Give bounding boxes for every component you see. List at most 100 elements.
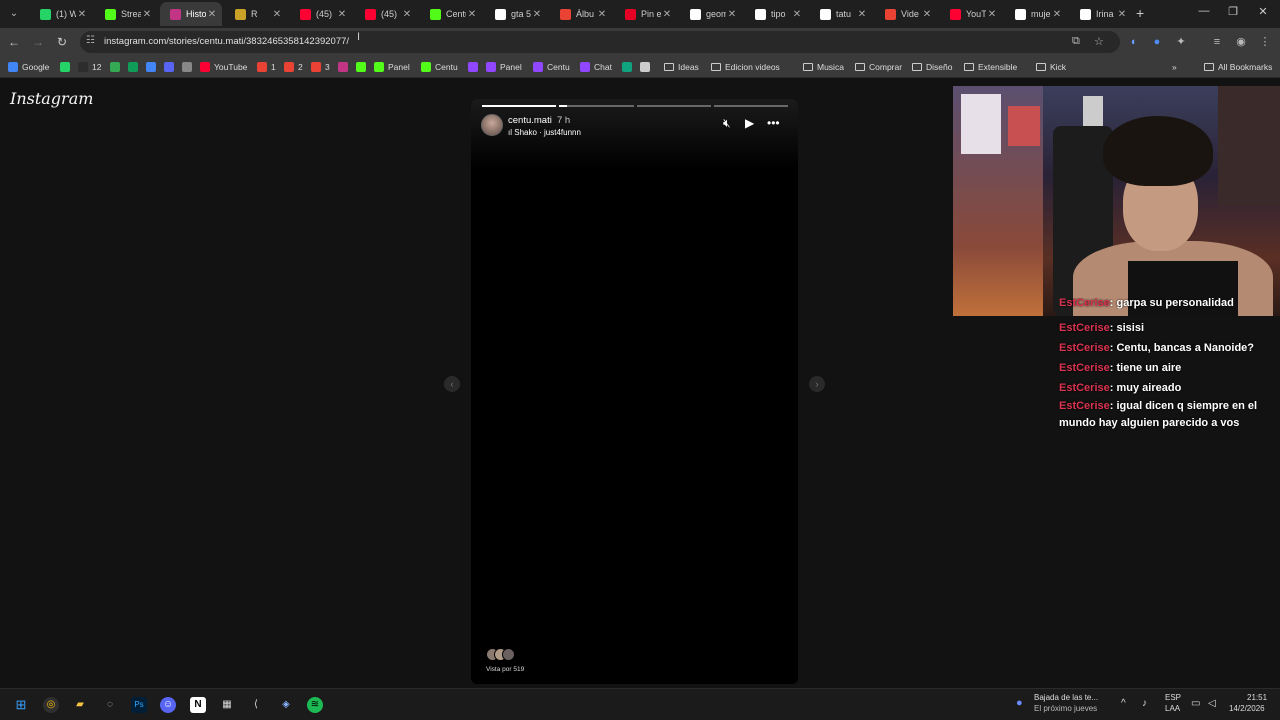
- tab-close-icon[interactable]: ✕: [1116, 9, 1128, 20]
- bookmark-item[interactable]: 12: [78, 60, 101, 74]
- window-close-icon[interactable]: ✕: [1255, 5, 1271, 18]
- tab-7[interactable]: Centu✕: [420, 2, 482, 26]
- bookmark-item[interactable]: Panel: [374, 60, 410, 74]
- bookmark-item[interactable]: Centu: [421, 60, 458, 74]
- tab-5[interactable]: (45) ✕: [290, 2, 352, 26]
- tab-close-icon[interactable]: ✕: [921, 9, 933, 20]
- tab-close-icon[interactable]: ✕: [726, 9, 738, 20]
- bookmark-item[interactable]: [338, 60, 352, 74]
- language-primary[interactable]: ESP: [1165, 693, 1181, 702]
- tab-close-icon[interactable]: ✕: [986, 9, 998, 20]
- profile-avatar[interactable]: ◉: [1234, 35, 1248, 49]
- url-text[interactable]: instagram.com/stories/centu.mati/3832465…: [104, 36, 349, 47]
- bookmark-folder[interactable]: Musica: [803, 60, 844, 74]
- tab-close-icon[interactable]: ✕: [466, 9, 478, 20]
- new-tab-button[interactable]: +: [1136, 5, 1144, 21]
- mute-icon[interactable]: 🔇︎: [723, 116, 731, 131]
- tab-close-icon[interactable]: ✕: [401, 9, 413, 20]
- instagram-logo[interactable]: Instagram: [10, 89, 93, 108]
- address-bar[interactable]: ☷ instagram.com/stories/centu.mati/38324…: [80, 31, 1120, 53]
- bookmark-folder[interactable]: Ideas: [664, 60, 699, 74]
- tab-2[interactable]: Strea ✕: [95, 2, 157, 26]
- media-control-icon[interactable]: ≡: [1210, 35, 1224, 49]
- bookmark-item[interactable]: [164, 60, 178, 74]
- tab-close-icon[interactable]: ✕: [271, 9, 283, 20]
- tab-12[interactable]: tipo ✕: [745, 2, 807, 26]
- more-options-icon[interactable]: •••: [767, 116, 780, 130]
- chrome-icon[interactable]: ◎: [43, 697, 59, 713]
- avatar[interactable]: [481, 114, 503, 136]
- site-info-icon[interactable]: ☷: [86, 35, 95, 46]
- network-icon[interactable]: ▭: [1191, 698, 1200, 709]
- tab-close-icon[interactable]: ✕: [206, 9, 218, 20]
- clock-date[interactable]: 14/2/2026: [1229, 704, 1265, 713]
- story-music-label[interactable]: ıl Shako · just4funnn: [508, 128, 581, 137]
- tab-17[interactable]: Irina ✕: [1070, 2, 1132, 26]
- tray-chevron-icon[interactable]: ^: [1121, 698, 1126, 709]
- volume-icon[interactable]: ◁: [1208, 698, 1216, 709]
- tab-close-icon[interactable]: ✕: [336, 9, 348, 20]
- spotify-icon[interactable]: ≋: [307, 697, 323, 713]
- tab-9[interactable]: Álbu ✕: [550, 2, 612, 26]
- file-explorer-icon[interactable]: ▰: [72, 697, 88, 713]
- bookmark-folder[interactable]: Comprar: [855, 60, 902, 74]
- bookmark-item[interactable]: Panel: [486, 60, 522, 74]
- viewer-avatars[interactable]: [486, 648, 520, 662]
- tab-11[interactable]: geom ✕: [680, 2, 742, 26]
- bookmark-item[interactable]: [640, 60, 654, 74]
- extension-icon[interactable]: ●: [1150, 35, 1164, 49]
- obs-icon[interactable]: ◌: [102, 697, 118, 713]
- bookmark-item[interactable]: Google: [8, 60, 49, 74]
- back-icon[interactable]: ←: [6, 34, 22, 50]
- bookmark-star-icon[interactable]: ☆: [1094, 35, 1104, 48]
- reload-icon[interactable]: ↻: [54, 34, 70, 50]
- discord-icon[interactable]: ☺: [160, 697, 176, 713]
- bookmark-item[interactable]: [468, 60, 482, 74]
- tab-search-icon[interactable]: ⌄: [6, 6, 22, 22]
- bookmark-folder[interactable]: Edicion videos: [711, 60, 780, 74]
- bookmark-item[interactable]: 3: [311, 60, 330, 74]
- bookmark-item[interactable]: [356, 60, 370, 74]
- bookmark-item[interactable]: [622, 60, 636, 74]
- tab-4[interactable]: R ✕: [225, 2, 287, 26]
- bookmark-item[interactable]: [182, 60, 196, 74]
- microphone-icon[interactable]: ♪: [1142, 698, 1147, 709]
- install-app-icon[interactable]: ⧉: [1072, 35, 1080, 48]
- all-bookmarks[interactable]: All Bookmarks: [1204, 60, 1272, 74]
- bookmark-folder[interactable]: Extensible: [964, 60, 1017, 74]
- tab-close-icon[interactable]: ✕: [856, 9, 868, 20]
- app-icon[interactable]: ◈: [278, 697, 294, 713]
- tab-close-icon[interactable]: ✕: [661, 9, 673, 20]
- tab-close-icon[interactable]: ✕: [791, 9, 803, 20]
- tab-close-icon[interactable]: ✕: [1051, 9, 1063, 20]
- previous-story-arrow-icon[interactable]: ‹: [444, 376, 460, 392]
- play-icon[interactable]: ▶: [745, 116, 754, 130]
- bookmark-folder[interactable]: Kick: [1036, 60, 1066, 74]
- tab-close-icon[interactable]: ✕: [76, 9, 88, 20]
- tab-16[interactable]: muje ✕: [1005, 2, 1067, 26]
- tab-13[interactable]: tatu ✕: [810, 2, 872, 26]
- bookmark-folder[interactable]: Diseño: [912, 60, 952, 74]
- browser-menu-icon[interactable]: ⋮: [1258, 35, 1272, 49]
- bookmark-item[interactable]: 1: [257, 60, 276, 74]
- minimize-icon[interactable]: —: [1196, 5, 1212, 17]
- tab-6[interactable]: (45) ✕: [355, 2, 417, 26]
- story-username[interactable]: centu.mati: [508, 115, 552, 126]
- notion-icon[interactable]: N: [190, 697, 206, 713]
- story-viewer[interactable]: centu.mati 7 h ıl Shako · just4funnn 🔇︎ …: [471, 99, 798, 684]
- notification-icon[interactable]: ●: [1016, 697, 1023, 709]
- tab-3[interactable]: Histo ✕: [160, 2, 222, 26]
- next-story-arrow-icon[interactable]: ›: [809, 376, 825, 392]
- viewer-count[interactable]: Vista por 519: [486, 666, 524, 673]
- language-secondary[interactable]: LAA: [1165, 704, 1180, 713]
- windows-start-icon[interactable]: ⊞: [13, 697, 29, 713]
- bookmark-item[interactable]: [146, 60, 160, 74]
- photoshop-icon[interactable]: Ps: [131, 697, 147, 713]
- clock-time[interactable]: 21:51: [1247, 693, 1267, 702]
- bookmark-item[interactable]: Chat: [580, 60, 612, 74]
- tab-close-icon[interactable]: ✕: [596, 9, 608, 20]
- calculator-icon[interactable]: ▦: [219, 697, 235, 713]
- bookmark-item[interactable]: [60, 60, 74, 74]
- tab-close-icon[interactable]: ✕: [531, 9, 543, 20]
- notification-title[interactable]: Bajada de las te...: [1034, 693, 1098, 702]
